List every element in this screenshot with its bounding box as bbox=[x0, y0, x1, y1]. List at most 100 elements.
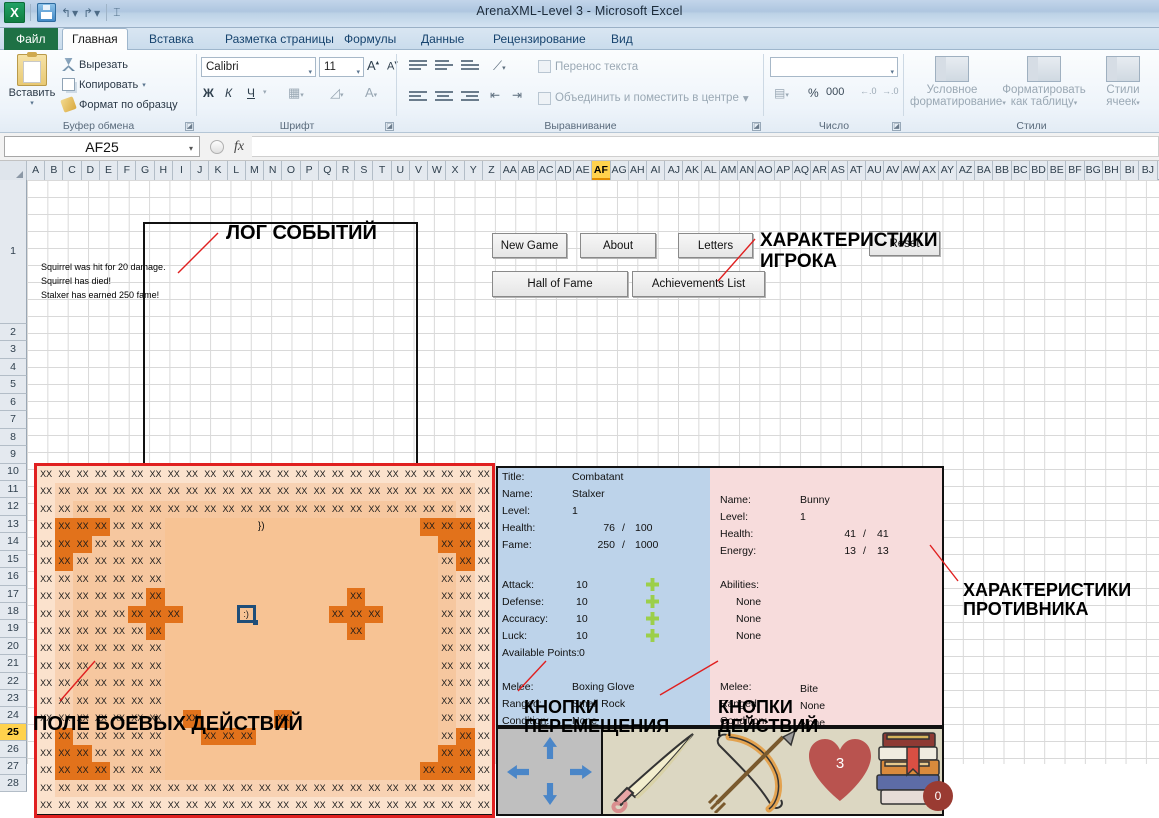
battlefield-cell[interactable]: XX bbox=[73, 553, 92, 571]
battlefield-cell[interactable]: XX bbox=[456, 622, 475, 641]
battlefield-cell[interactable]: XX bbox=[474, 710, 493, 728]
text-orientation-button[interactable]: ⟋▾ bbox=[493, 58, 506, 74]
battlefield-cell[interactable]: XX bbox=[401, 466, 420, 484]
battlefield-cell[interactable]: XX bbox=[456, 657, 475, 676]
battlefield-cell[interactable] bbox=[201, 675, 220, 693]
battlefield-cell[interactable]: XX bbox=[91, 588, 110, 606]
conditional-formatting-button[interactable]: Условное форматирование▾ bbox=[910, 56, 1006, 110]
battlefield-cell[interactable]: XX bbox=[128, 553, 147, 571]
merge-center-button[interactable]: Объединить и поместить в центре ▾ bbox=[538, 91, 749, 105]
battlefield-cell[interactable]: XX bbox=[255, 466, 275, 484]
battlefield-cell[interactable] bbox=[365, 762, 384, 780]
number-format-select[interactable]: ▾ bbox=[770, 57, 898, 77]
battlefield-cell[interactable]: XX bbox=[146, 500, 165, 519]
battlefield-cell[interactable]: XX bbox=[109, 588, 129, 606]
battlefield-cell[interactable]: XX bbox=[474, 605, 493, 623]
battlefield-cell[interactable]: XX bbox=[91, 483, 110, 501]
tab-page-layout[interactable]: Разметка страницы bbox=[216, 28, 343, 50]
font-family-select[interactable]: Calibri ▾ bbox=[201, 57, 316, 77]
battlefield-cell[interactable]: XX bbox=[438, 762, 457, 780]
battlefield-cell[interactable] bbox=[383, 553, 402, 571]
battlefield-cell[interactable]: XX bbox=[37, 640, 56, 658]
battlefield-cell[interactable]: XX bbox=[401, 779, 420, 798]
battlefield-cell[interactable]: XX bbox=[109, 640, 129, 658]
battlefield-cell[interactable] bbox=[365, 640, 384, 658]
battlefield-cell[interactable] bbox=[310, 588, 329, 606]
battlefield-cell[interactable]: XX bbox=[128, 692, 147, 711]
battlefield-cell[interactable]: XX bbox=[91, 745, 110, 763]
battlefield-cell[interactable]: XX bbox=[146, 483, 165, 501]
battlefield-cell[interactable]: XX bbox=[255, 500, 275, 519]
battlefield-cell[interactable]: XX bbox=[346, 605, 366, 623]
battlefield-cell[interactable]: XX bbox=[128, 797, 147, 815]
battlefield-cell[interactable]: XX bbox=[292, 466, 311, 484]
battlefield-cell[interactable]: XX bbox=[438, 518, 457, 536]
battlefield-cell[interactable] bbox=[310, 745, 329, 763]
battlefield-cell[interactable] bbox=[383, 657, 402, 676]
tab-view[interactable]: Вид bbox=[602, 28, 642, 50]
battlefield-cell[interactable]: XX bbox=[237, 500, 256, 519]
battlefield-cell[interactable] bbox=[292, 588, 311, 606]
heal-button[interactable]: 3 bbox=[807, 737, 873, 809]
battlefield-cell[interactable]: XX bbox=[401, 500, 420, 519]
battlefield-cell[interactable]: XX bbox=[73, 622, 92, 641]
battlefield-cell[interactable] bbox=[365, 710, 384, 728]
battlefield-cell[interactable]: XX bbox=[146, 797, 165, 815]
battlefield-cell[interactable]: XX bbox=[146, 553, 165, 571]
battlefield-cell[interactable] bbox=[401, 675, 420, 693]
battlefield-cell[interactable]: XX bbox=[91, 797, 110, 815]
battlefield-cell[interactable] bbox=[164, 535, 183, 554]
battlefield-cell[interactable] bbox=[292, 605, 311, 623]
battlefield-cell[interactable]: XX bbox=[383, 797, 402, 815]
battlefield-cell[interactable] bbox=[255, 692, 275, 711]
battlefield-cell[interactable] bbox=[182, 675, 202, 693]
battlefield-cell[interactable] bbox=[328, 745, 347, 763]
battlefield-cell[interactable]: XX bbox=[456, 553, 475, 571]
battlefield-cell[interactable]: XX bbox=[37, 535, 56, 554]
battlefield-cell[interactable] bbox=[310, 640, 329, 658]
battlefield-cell[interactable]: XX bbox=[55, 500, 74, 519]
battlefield-cell[interactable]: XX bbox=[456, 692, 475, 711]
battlefield-cell[interactable]: XX bbox=[182, 483, 202, 501]
battlefield-cell[interactable]: XX bbox=[128, 779, 147, 798]
battlefield-cell[interactable] bbox=[292, 622, 311, 641]
move-right-button[interactable] bbox=[570, 765, 592, 779]
battlefield-cell[interactable]: XX bbox=[146, 692, 165, 711]
battlefield-cell[interactable]: XX bbox=[456, 570, 475, 589]
battlefield-cell[interactable] bbox=[401, 622, 420, 641]
battlefield-cell[interactable] bbox=[201, 518, 220, 536]
battlefield-cell[interactable] bbox=[401, 692, 420, 711]
battlefield-cell[interactable] bbox=[237, 622, 256, 641]
battlefield-cell[interactable] bbox=[328, 710, 347, 728]
battlefield-cell[interactable] bbox=[292, 553, 311, 571]
battlefield-cell[interactable]: XX bbox=[109, 570, 129, 589]
battlefield-cell[interactable] bbox=[328, 675, 347, 693]
battlefield-cell[interactable]: XX bbox=[55, 622, 74, 641]
battlefield-cell[interactable] bbox=[292, 518, 311, 536]
alignment-dialog-launcher[interactable]: ◪ bbox=[752, 122, 761, 131]
battlefield-cell[interactable] bbox=[274, 657, 293, 676]
battlefield-cell[interactable] bbox=[365, 570, 384, 589]
battlefield-cell[interactable]: XX bbox=[292, 483, 311, 501]
battlefield-cell[interactable] bbox=[346, 535, 366, 554]
increase-luck-button[interactable] bbox=[646, 629, 659, 642]
battlefield-cell[interactable] bbox=[346, 692, 366, 711]
battlefield-cell[interactable]: XX bbox=[419, 518, 439, 536]
battlefield-cell[interactable]: XX bbox=[219, 466, 238, 484]
battlefield-cell[interactable] bbox=[274, 675, 293, 693]
paste-button[interactable]: Вставить ▾ bbox=[6, 52, 58, 107]
battlefield-cell[interactable]: XX bbox=[474, 518, 493, 536]
align-right-button[interactable] bbox=[461, 89, 479, 105]
align-middle-button[interactable] bbox=[435, 58, 453, 74]
battlefield-cell[interactable]: XX bbox=[109, 553, 129, 571]
battlefield-cell[interactable] bbox=[401, 762, 420, 780]
battlefield-cell[interactable] bbox=[383, 588, 402, 606]
battlefield-cell[interactable]: XX bbox=[365, 466, 384, 484]
action-buttons-panel[interactable]: 3 0 bbox=[603, 727, 953, 816]
hall-of-fame-button[interactable]: Hall of Fame bbox=[492, 271, 628, 297]
bold-button[interactable]: Ж bbox=[203, 86, 214, 100]
battlefield-cell[interactable]: XX bbox=[474, 727, 493, 745]
battlefield-cell[interactable] bbox=[328, 657, 347, 676]
battlefield-cell[interactable] bbox=[255, 553, 275, 571]
battlefield-cell[interactable]: XX bbox=[365, 605, 384, 623]
